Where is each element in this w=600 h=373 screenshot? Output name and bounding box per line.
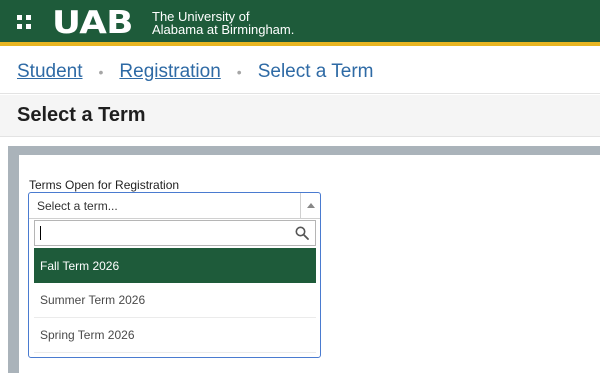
logo-text: The University of Alabama at Birmingham.	[152, 10, 294, 36]
text-cursor	[40, 226, 41, 240]
uab-logo[interactable]: UAB The University of Alabama at Birming…	[52, 6, 294, 40]
term-select-display[interactable]: Select a term...	[29, 193, 320, 219]
breadcrumb-current: Select a Term	[257, 60, 374, 82]
search-icon	[295, 226, 309, 240]
breadcrumb-student-link[interactable]: Student	[17, 61, 83, 83]
logo-line-2: Alabama at Birmingham.	[152, 22, 295, 37]
term-select-placeholder: Select a term...	[37, 199, 118, 213]
term-search-input[interactable]	[35, 221, 290, 245]
caret-up-icon	[307, 203, 315, 208]
breadcrumb: Student • Registration • Select a Term	[0, 50, 600, 94]
dropdown-toggle[interactable]	[300, 193, 320, 219]
term-option-fall-2026[interactable]: Fall Term 2026	[34, 248, 316, 283]
term-options-list: Fall Term 2026 Summer Term 2026 Spring T…	[34, 248, 316, 353]
logo-mark: UAB	[52, 5, 133, 41]
page-title-bar: Select a Term	[0, 95, 600, 137]
breadcrumb-registration-link[interactable]: Registration	[119, 61, 220, 83]
breadcrumb-separator: •	[98, 63, 104, 80]
terms-field-label: Terms Open for Registration	[29, 178, 180, 192]
breadcrumb-separator: •	[236, 63, 242, 80]
top-header-bar: UAB The University of Alabama at Birming…	[0, 0, 600, 46]
term-select-dropdown[interactable]: Select a term... Fall Term 2026 Summer T…	[28, 192, 321, 358]
app-grid-icon[interactable]	[17, 15, 31, 29]
term-search-box[interactable]	[34, 220, 316, 246]
term-option-summer-2026[interactable]: Summer Term 2026	[34, 283, 316, 318]
page-title: Select a Term	[17, 104, 146, 126]
term-option-spring-2026[interactable]: Spring Term 2026	[34, 318, 316, 353]
